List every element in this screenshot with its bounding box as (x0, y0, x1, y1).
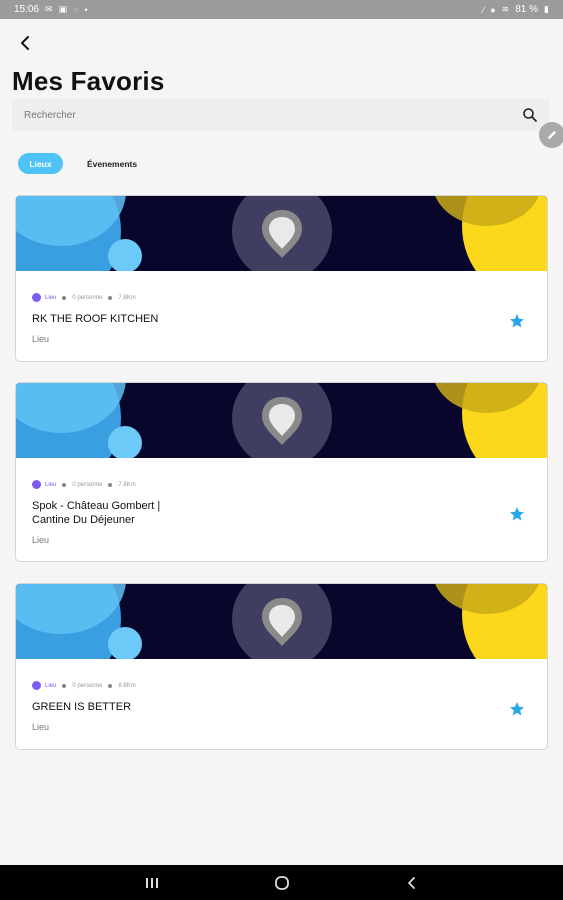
chevron-left-icon (407, 876, 415, 889)
star-icon[interactable] (509, 701, 525, 717)
category-icon (32, 293, 41, 302)
notification-dot-icon: • (84, 4, 88, 15)
category-icon (32, 681, 41, 690)
star-icon[interactable] (509, 506, 525, 522)
card-name: GREEN IS BETTER (32, 701, 132, 713)
card-name: Spok - Château Gombert | Cantine Du Déje… (32, 500, 161, 526)
location-pin-icon (262, 397, 302, 445)
tab-bar: Lieux Évenements (18, 153, 137, 174)
recent-apps-button[interactable] (137, 871, 167, 895)
location-pin-icon (262, 210, 302, 258)
status-time: 15:06 (14, 4, 40, 15)
mute-icon: ⁄ (482, 4, 485, 15)
tab-lieux[interactable]: Lieux (18, 153, 63, 174)
home-icon (274, 875, 289, 890)
system-back-button[interactable] (397, 871, 427, 895)
category-icon (32, 480, 41, 489)
card-banner (16, 383, 547, 458)
back-button[interactable] (14, 32, 36, 54)
search-icon[interactable] (522, 107, 538, 123)
page-title: Mes Favoris (12, 66, 165, 96)
card-meta: Lieu 0 personne 8.8Km (32, 681, 531, 690)
favorite-card[interactable]: Lieu 0 personne 7.8Km Spok - Château Gom… (15, 382, 548, 562)
card-people: 0 personne (72, 682, 103, 689)
card-people: 0 personne (72, 294, 103, 301)
edit-button[interactable] (539, 122, 563, 148)
location-pin-icon (262, 598, 302, 646)
card-people: 0 personne (72, 481, 103, 488)
card-banner (16, 584, 547, 659)
card-distance: 7.8Km (118, 481, 136, 488)
arrow-left-icon (21, 36, 29, 50)
card-meta: Lieu 0 personne 7.8Km (32, 480, 531, 489)
card-category: Lieu (45, 294, 57, 301)
card-meta: Lieu 0 personne 7.8Km (32, 293, 531, 302)
battery-level: 81 % (515, 4, 539, 15)
card-type: Lieu (32, 722, 50, 732)
pencil-icon (548, 131, 556, 139)
card-banner (16, 196, 547, 271)
tab-evenements[interactable]: Évenements (87, 153, 137, 174)
card-type: Lieu (32, 334, 50, 344)
sync-icon: ◌ (73, 4, 79, 15)
location-icon: ● (490, 4, 496, 15)
card-category: Lieu (45, 481, 57, 488)
card-category: Lieu (45, 682, 57, 689)
favorite-card[interactable]: Lieu 0 personne 7.8Km RK THE ROOF KITCHE… (15, 195, 548, 362)
favorite-card[interactable]: Lieu 0 personne 8.8Km GREEN IS BETTER Li… (15, 583, 548, 750)
star-icon[interactable] (509, 313, 525, 329)
wifi-icon: ≋ (501, 4, 510, 14)
home-button[interactable] (267, 871, 297, 895)
gallery-icon: ▣ (58, 4, 68, 14)
status-bar: 15:06 ✉ ▣ ◌ • ⁄ ● ≋ 81 % ▮ (0, 0, 563, 19)
search-bar (12, 99, 550, 131)
battery-icon: ▮ (544, 4, 549, 14)
card-name: RK THE ROOF KITCHEN (32, 313, 159, 325)
recent-apps-icon (145, 877, 158, 888)
card-distance: 7.8Km (118, 294, 136, 301)
card-distance: 8.8Km (118, 682, 136, 689)
card-type: Lieu (32, 535, 50, 545)
mail-icon: ✉ (45, 4, 53, 14)
system-nav-bar (0, 865, 563, 900)
search-input[interactable] (24, 109, 522, 121)
